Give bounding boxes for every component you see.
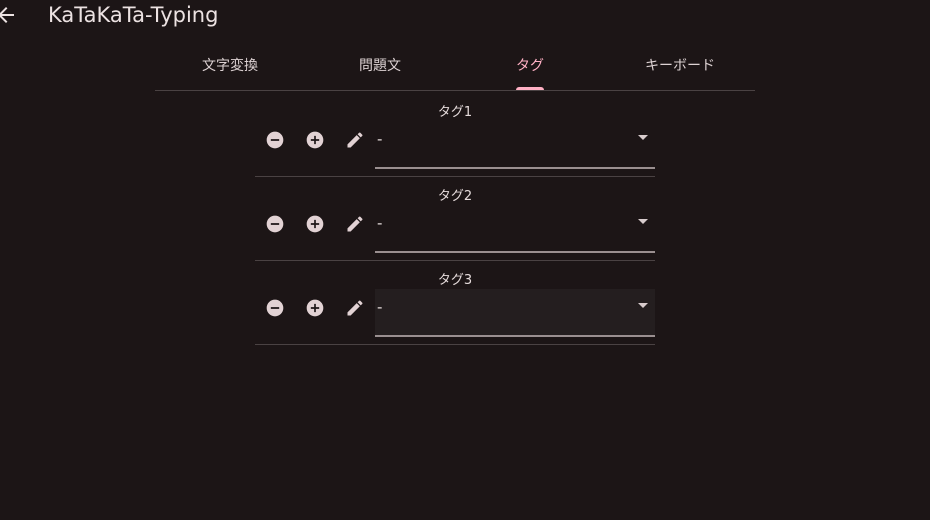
tag-select-value: - [377,298,383,316]
tab-tags-label: タグ [516,58,544,74]
tag-select[interactable]: - [375,289,655,337]
tag-section-2: タグ2 - [255,177,655,261]
dropdown-arrow-icon [638,135,648,140]
add-circle-icon [306,131,324,149]
tag-select-value: - [377,130,383,148]
add-tag-button[interactable] [305,130,325,150]
tag-label: タグ3 [437,273,473,288]
remove-circle-icon [266,131,284,149]
pencil-icon [347,216,363,232]
add-tag-button[interactable] [305,214,325,234]
app-title: KaTaKaTa-Typing [48,3,219,27]
tab-character-conversion[interactable]: 文字変換 [155,45,305,90]
remove-tag-button[interactable] [265,298,285,318]
pencil-icon [347,300,363,316]
back-button[interactable] [0,3,18,27]
tag-select[interactable]: - [375,121,655,169]
app-bar: KaTaKaTa-Typing [0,0,930,34]
dropdown-arrow-icon [638,303,648,308]
add-tag-button[interactable] [305,298,325,318]
dropdown-arrow-icon [638,219,648,224]
tag-select-value: - [377,214,383,232]
add-circle-icon [306,299,324,317]
edit-tag-button[interactable] [345,214,365,234]
tag-label: タグ2 [437,189,473,204]
remove-circle-icon [266,215,284,233]
tag-section-3: タグ3 - [255,261,655,345]
tab-keyboard[interactable]: キーボード [605,45,755,90]
tab-problem-text[interactable]: 問題文 [305,45,455,90]
edit-tag-button[interactable] [345,130,365,150]
tag-label: タグ1 [437,105,473,120]
active-tab-indicator [516,87,544,90]
tab-bar: 文字変換 問題文 タグ キーボード [155,45,755,91]
remove-tag-button[interactable] [265,130,285,150]
remove-tag-button[interactable] [265,214,285,234]
tab-tags[interactable]: タグ [455,45,605,90]
pencil-icon [347,132,363,148]
edit-tag-button[interactable] [345,298,365,318]
arrow-back-icon [0,7,14,23]
add-circle-icon [306,215,324,233]
tag-section-1: タグ1 - [255,93,655,177]
remove-circle-icon [266,299,284,317]
tag-select[interactable]: - [375,205,655,253]
